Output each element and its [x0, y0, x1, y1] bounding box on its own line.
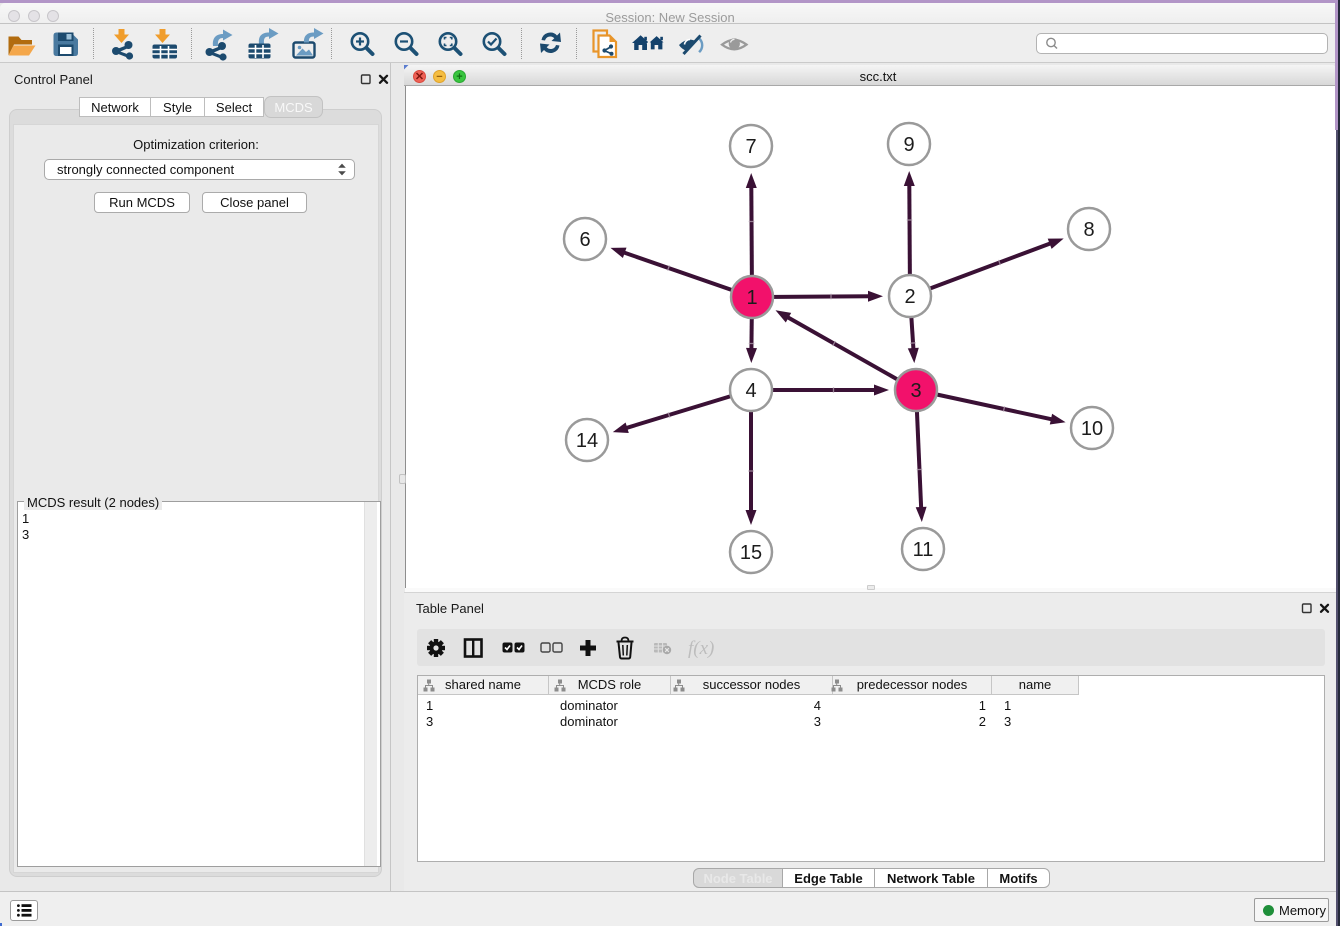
svg-text:10: 10 — [1081, 418, 1103, 440]
svg-text:9: 9 — [903, 134, 914, 156]
svg-text:f(x): f(x) — [688, 638, 714, 659]
svg-text:15: 15 — [740, 542, 762, 564]
svg-text:6: 6 — [579, 229, 590, 251]
svg-text:11: 11 — [913, 539, 934, 561]
svg-text:14: 14 — [576, 430, 598, 452]
svg-text:7: 7 — [745, 136, 756, 158]
svg-text:8: 8 — [1083, 219, 1094, 241]
svg-text:4: 4 — [745, 380, 756, 402]
svg-text:2: 2 — [904, 286, 915, 308]
svg-text:1: 1 — [746, 287, 757, 309]
svg-text:3: 3 — [910, 380, 921, 402]
